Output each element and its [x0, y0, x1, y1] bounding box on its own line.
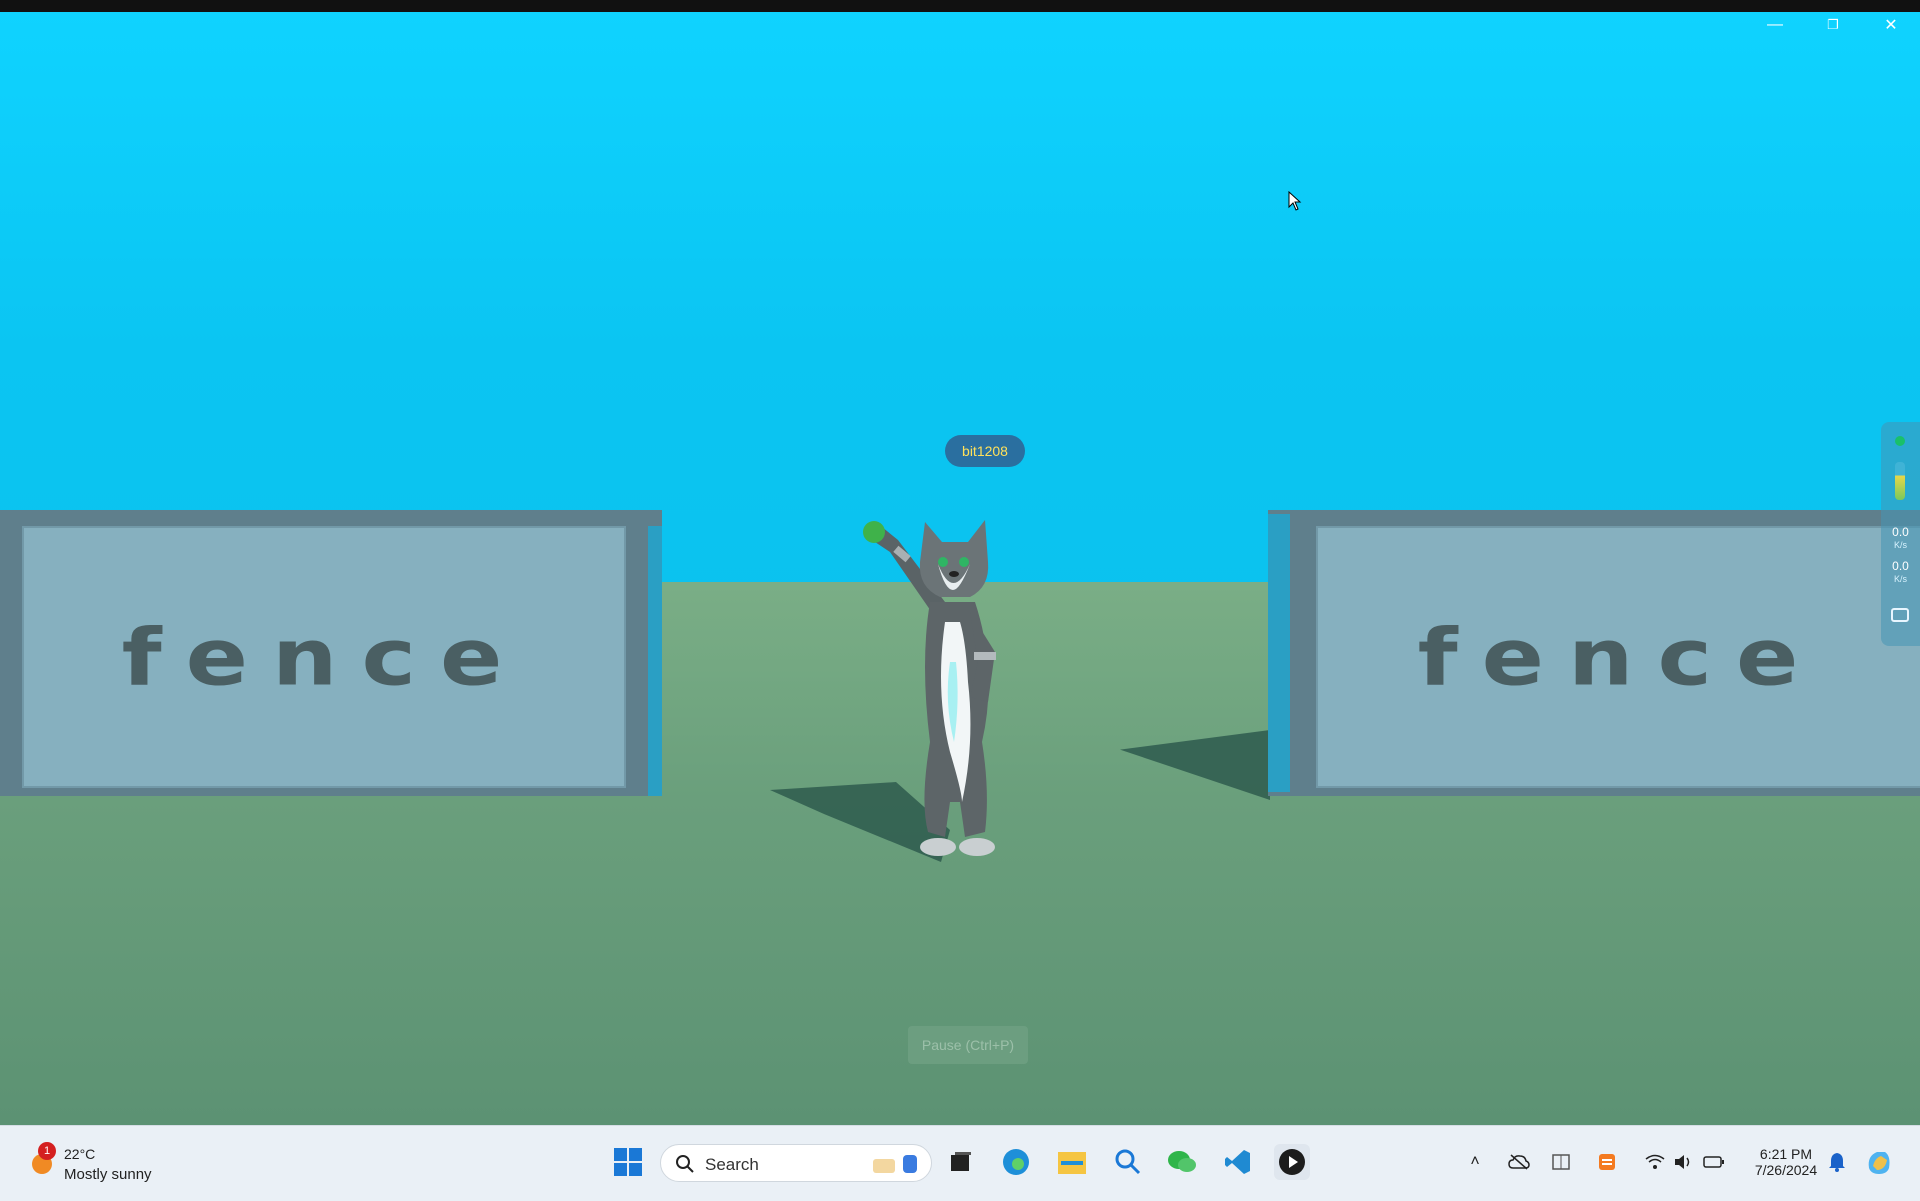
edge-button[interactable] — [998, 1144, 1034, 1180]
quick-settings-button[interactable] — [1640, 1144, 1730, 1180]
file-explorer-button[interactable] — [1054, 1144, 1090, 1180]
clock-date: 7/26/2024 — [1754, 1162, 1818, 1178]
cloud-offline-icon — [1508, 1154, 1530, 1170]
pause-button[interactable]: Pause (Ctrl+P) — [908, 1026, 1028, 1064]
left-fence-label: fence — [121, 611, 527, 703]
signal-level-bar — [1895, 462, 1905, 500]
vscode-icon — [1225, 1150, 1250, 1174]
restore-icon: ❐ — [1827, 17, 1839, 32]
copilot-icon — [1868, 1152, 1890, 1174]
start-button[interactable] — [610, 1144, 646, 1180]
download-speed-value: 0.0 — [1892, 559, 1909, 573]
weather-alert-badge: 1 — [38, 1142, 56, 1160]
download-speed-unit: K/s — [1893, 574, 1907, 584]
upload-speed-unit: K/s — [1893, 540, 1907, 550]
chevron-up-icon: ˄ — [1470, 1153, 1480, 1170]
close-button[interactable]: ✕ — [1868, 12, 1914, 38]
bell-icon — [1829, 1153, 1845, 1172]
weather-condition: Mostly sunny — [64, 1166, 152, 1183]
clock-time: 6:21 PM — [1759, 1146, 1813, 1162]
task-view-button[interactable] — [943, 1144, 979, 1180]
camera-icon[interactable] — [1891, 608, 1909, 622]
search-highlight-icon — [873, 1155, 917, 1173]
notifications-button[interactable] — [1824, 1144, 1850, 1180]
magnifier-icon — [1115, 1149, 1141, 1175]
connection-status-dot — [1895, 436, 1905, 446]
player-name-tag: bit1208 — [945, 435, 1025, 467]
media-player-icon — [1279, 1149, 1305, 1175]
wechat-icon — [1168, 1151, 1196, 1172]
battery-icon — [1703, 1156, 1724, 1168]
restore-button[interactable]: ❐ — [1810, 12, 1856, 38]
vscode-button[interactable] — [1220, 1144, 1256, 1180]
wifi-icon — [1645, 1154, 1665, 1169]
upload-speed-value: 0.0 — [1892, 525, 1909, 539]
sublime-icon — [1599, 1154, 1615, 1170]
close-icon: ✕ — [1884, 17, 1898, 34]
file-explorer-icon — [1058, 1152, 1086, 1174]
game-viewport[interactable]: — ❐ ✕ fence fence bit1208 Pause (Ctrl+P)… — [0, 12, 1920, 1125]
onedrive-button[interactable] — [1506, 1144, 1532, 1180]
minimize-icon: — — [1767, 16, 1783, 33]
task-view-icon — [951, 1152, 971, 1171]
weather-temperature: 22°C — [64, 1146, 96, 1162]
edge-icon — [1003, 1149, 1029, 1175]
weather-widget[interactable]: 1 22°C Mostly sunny — [22, 1140, 182, 1186]
right-fence-wall: fence — [1268, 510, 1920, 796]
input-method-button[interactable] — [1548, 1144, 1574, 1180]
windows-start-icon — [614, 1148, 642, 1176]
keyboard-icon — [1552, 1154, 1570, 1170]
show-hidden-icons-button[interactable]: ˄ — [1464, 1144, 1486, 1180]
media-player-button[interactable] — [1274, 1144, 1310, 1180]
network-side-panel: 0.0 K/s 0.0 K/s — [1881, 422, 1920, 646]
search-icon — [676, 1155, 694, 1173]
player-avatar — [863, 520, 996, 856]
windows-taskbar: 1 22°C Mostly sunny Search ˄ 6:21 PM 7/2… — [0, 1125, 1920, 1201]
magnifier-button[interactable] — [1110, 1144, 1146, 1180]
minimize-button[interactable]: — — [1752, 12, 1798, 38]
copilot-button[interactable] — [1862, 1144, 1896, 1180]
window-title-bar — [0, 0, 1920, 12]
wechat-button[interactable] — [1164, 1144, 1200, 1180]
taskbar-search-box[interactable]: Search — [660, 1144, 932, 1182]
paw-green-icon — [863, 521, 885, 543]
right-fence-label: fence — [1417, 611, 1823, 703]
search-placeholder: Search — [705, 1155, 759, 1174]
app-tray-button[interactable] — [1594, 1144, 1620, 1180]
left-fence-wall: fence — [0, 510, 662, 796]
clock-button[interactable]: 6:21 PM 7/26/2024 — [1746, 1144, 1826, 1180]
mouse-cursor-icon — [1288, 191, 1302, 211]
volume-icon — [1675, 1155, 1690, 1169]
